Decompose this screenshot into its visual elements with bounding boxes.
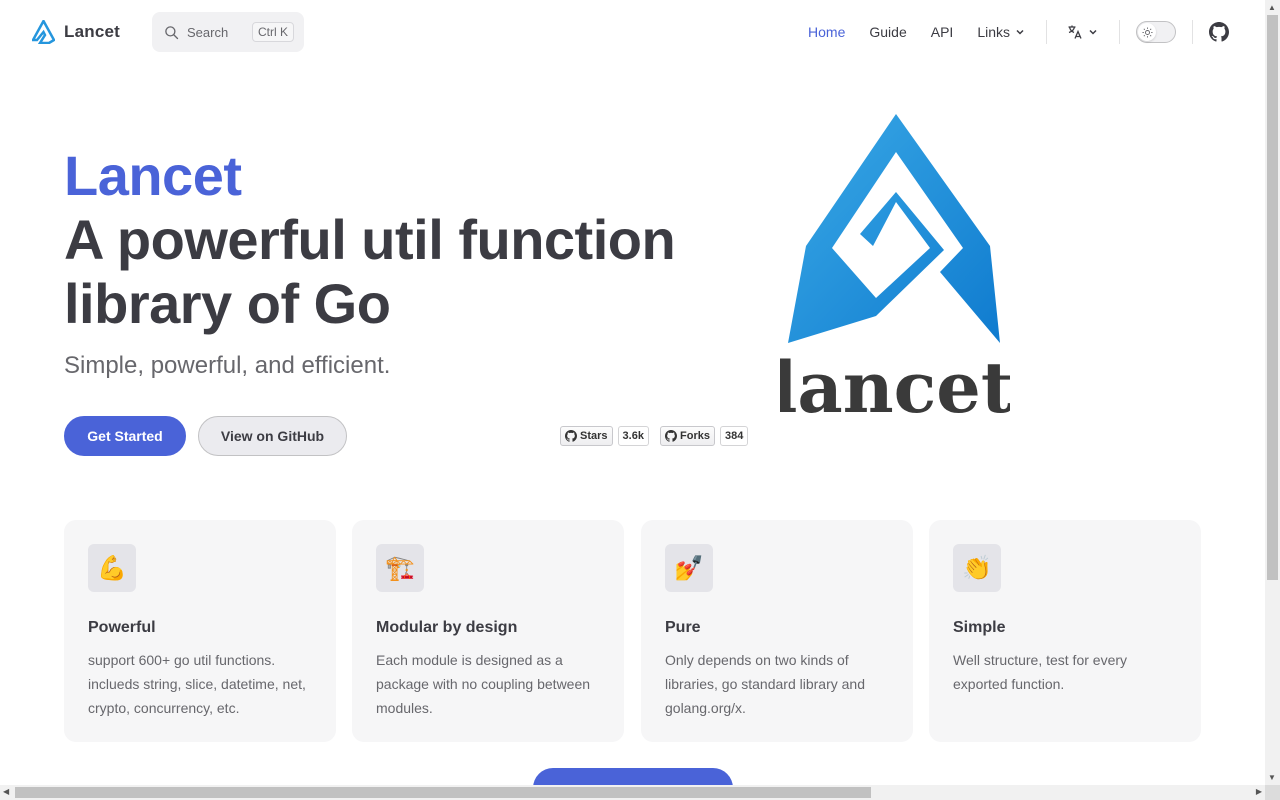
scroll-down-arrow-icon[interactable]: ▼ — [1268, 773, 1276, 782]
vertical-scrollbar[interactable]: ▲ ▼ — [1265, 0, 1280, 785]
chevron-down-icon — [1089, 29, 1097, 35]
feature-card: 💅 Pure Only depends on two kinds of libr… — [641, 520, 913, 742]
scroll-left-arrow-icon[interactable]: ◀ — [3, 787, 9, 796]
hero-tagline: Simple, powerful, and efficient. — [64, 352, 391, 379]
nav-link-links-label: Links — [977, 24, 1010, 40]
search-icon — [165, 25, 179, 39]
scroll-up-arrow-icon[interactable]: ▲ — [1268, 3, 1276, 12]
view-on-github-button[interactable]: View on GitHub — [198, 416, 347, 456]
nav-link-links[interactable]: Links — [965, 24, 1038, 40]
feature-title: Pure — [665, 619, 701, 636]
github-stars-badge[interactable]: Stars 3.6k — [560, 426, 649, 446]
theme-toggle-knob — [1138, 23, 1156, 41]
feature-card: 💪 Powerful support 600+ go util function… — [64, 520, 336, 742]
construction-crane-icon: 🏗️ — [376, 544, 424, 592]
lancet-logo-icon — [32, 20, 55, 44]
feature-details: Only depends on two kinds of libraries, … — [665, 652, 865, 716]
forks-count: 384 — [719, 426, 749, 446]
feature-details: Well structure, test for every exported … — [953, 652, 1128, 692]
horizontal-scrollbar-thumb[interactable] — [15, 787, 871, 798]
top-nav: Lancet Search Ctrl K Home Guide API Link… — [0, 0, 1265, 64]
hero-text: A powerful util function library of Go — [64, 208, 676, 335]
stars-label: Stars — [580, 430, 608, 442]
horizontal-scrollbar[interactable]: ◀ ▶ — [0, 785, 1265, 800]
github-icon — [1209, 22, 1229, 42]
search-label: Search — [187, 24, 229, 40]
feature-details: support 600+ go util functions. inclueds… — [88, 652, 306, 716]
nail-polish-icon: 💅 — [665, 544, 713, 592]
page: Lancet Search Ctrl K Home Guide API Link… — [0, 0, 1280, 800]
feature-title: Simple — [953, 619, 1006, 636]
feature-card: 👏 Simple Well structure, test for every … — [929, 520, 1201, 742]
nav-divider — [1119, 20, 1120, 44]
feature-card: 🏗️ Modular by design Each module is desi… — [352, 520, 624, 742]
stars-badge-label: Stars — [560, 426, 613, 446]
hero-logo-image: lancet — [780, 114, 1010, 429]
hero-name: Lancet — [64, 144, 242, 207]
forks-label: Forks — [680, 430, 710, 442]
github-forks-badge[interactable]: Forks 384 — [660, 426, 749, 446]
search-shortcut: Ctrl K — [252, 22, 294, 42]
scroll-right-arrow-icon[interactable]: ▶ — [1256, 787, 1262, 796]
sun-icon — [1141, 26, 1153, 38]
logo-mark — [788, 114, 1000, 343]
forks-badge-label: Forks — [660, 426, 715, 446]
github-icon — [665, 430, 677, 442]
hero-logo-word: lancet — [780, 346, 1010, 429]
brand-link[interactable]: Lancet — [32, 20, 120, 44]
feature-details: Each module is designed as a package wit… — [376, 652, 591, 716]
brand-title: Lancet — [64, 22, 120, 41]
translate-icon — [1068, 25, 1082, 39]
nav-links: Home Guide API Links — [796, 0, 1233, 64]
nav-divider — [1046, 20, 1047, 44]
scrollbar-corner — [1265, 785, 1280, 800]
language-menu-button[interactable] — [1055, 24, 1111, 40]
nav-link-api[interactable]: API — [919, 24, 966, 40]
github-link[interactable] — [1201, 22, 1233, 42]
search-button[interactable]: Search Ctrl K — [152, 12, 304, 52]
feature-title: Modular by design — [376, 619, 518, 636]
nav-link-guide[interactable]: Guide — [857, 24, 918, 40]
stars-count: 3.6k — [617, 426, 649, 446]
feature-title: Powerful — [88, 619, 156, 636]
get-started-button[interactable]: Get Started — [64, 416, 186, 456]
flexed-biceps-icon: 💪 — [88, 544, 136, 592]
chevron-down-icon — [1016, 29, 1024, 35]
vertical-scrollbar-thumb[interactable] — [1267, 15, 1278, 580]
nav-divider — [1192, 20, 1193, 44]
theme-toggle[interactable] — [1136, 21, 1176, 43]
github-icon — [565, 430, 577, 442]
nav-link-home[interactable]: Home — [796, 24, 857, 40]
clapping-hands-icon: 👏 — [953, 544, 1001, 592]
